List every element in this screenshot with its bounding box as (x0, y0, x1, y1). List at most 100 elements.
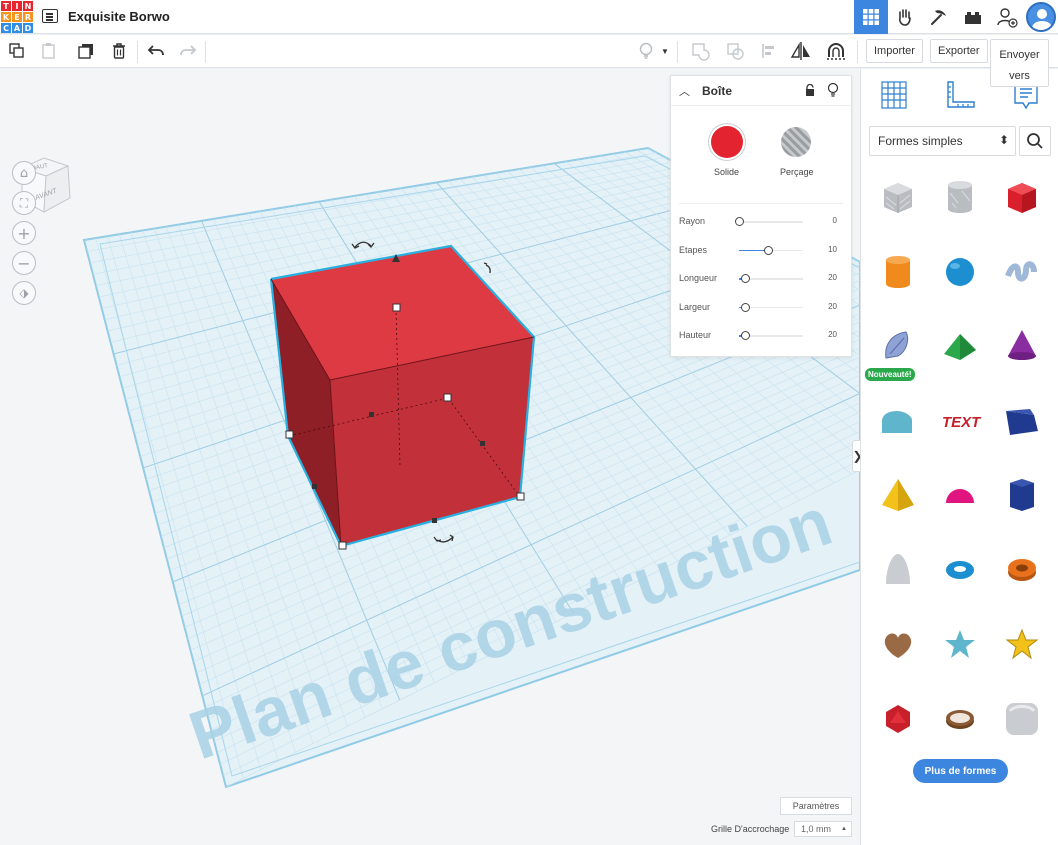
bricks-button[interactable] (956, 0, 990, 34)
shape-cylinder[interactable] (869, 239, 927, 305)
shape-name[interactable]: Boîte (702, 84, 732, 98)
logo-letter: D (23, 23, 33, 33)
snap-grid-select[interactable]: 1,0 mm (794, 821, 852, 837)
3d-view-button[interactable] (854, 0, 888, 34)
more-shapes-button[interactable]: Plus de formes (913, 759, 1008, 783)
show-all-button[interactable] (635, 40, 657, 62)
align-button[interactable] (758, 40, 780, 62)
ruler-tab[interactable] (944, 79, 976, 111)
caret-down-icon: ▼ (661, 46, 669, 56)
shape-rounded-box[interactable] (993, 686, 1051, 752)
solid-label: Solide (714, 167, 740, 177)
home-view-button[interactable]: ⌂ (12, 161, 36, 185)
import-button[interactable]: Importer (866, 39, 923, 63)
shape-scribble[interactable] (993, 239, 1051, 305)
slider-knob[interactable] (763, 245, 773, 255)
send-to-button[interactable]: Envoyer vers (990, 39, 1049, 87)
shape-search-button[interactable] (1019, 126, 1051, 156)
shape-sphere[interactable] (931, 239, 989, 305)
hand-icon (899, 9, 911, 26)
shape-ring[interactable] (931, 686, 989, 752)
scribble-icon (1005, 260, 1037, 281)
copy-button[interactable] (6, 40, 28, 62)
settings-button[interactable]: Paramètres (780, 797, 852, 815)
add-user-button[interactable] (990, 0, 1024, 34)
project-list-icon[interactable] (42, 9, 58, 23)
slider-knob[interactable] (741, 302, 751, 312)
property-label: Hauteur (679, 330, 712, 340)
shape-wedge[interactable] (993, 388, 1051, 454)
circuits-button[interactable] (888, 0, 922, 34)
shape-round-roof[interactable] (869, 388, 927, 454)
mirror-icon (790, 42, 810, 60)
inspector-header: ︿ Boîte (671, 76, 851, 106)
property-value[interactable]: 0 (833, 216, 837, 225)
polygon-icon (1010, 479, 1034, 511)
codeblocks-button[interactable] (922, 0, 956, 34)
slider-knob[interactable] (741, 331, 751, 340)
rounded-box-icon (1006, 702, 1038, 735)
shape-torus[interactable] (931, 537, 989, 603)
inspector-divider (679, 203, 843, 204)
toolbar-separator (205, 41, 206, 63)
shape-category-select[interactable]: Formes simples (869, 126, 1016, 156)
property-largeur: Largeur 20 (679, 300, 845, 316)
lock-icon[interactable] (805, 83, 815, 99)
slider-knob[interactable] (741, 274, 751, 283)
icosahedron-icon (886, 704, 910, 733)
shape-polygon[interactable] (993, 462, 1051, 528)
property-value[interactable]: 20 (828, 302, 837, 311)
shape-tube[interactable] (993, 537, 1051, 603)
property-longueur: Longueur 20 (679, 271, 845, 287)
shape-box-hole[interactable] (869, 164, 927, 230)
shape-star[interactable] (931, 611, 989, 677)
shape-box[interactable] (993, 164, 1051, 230)
property-value[interactable]: 20 (828, 273, 837, 282)
slider-knob[interactable] (735, 217, 744, 226)
undo-icon (147, 45, 164, 56)
workplane-tab[interactable] (878, 79, 910, 111)
property-label: Rayon (679, 216, 706, 226)
lightbulb-icon[interactable] (827, 82, 839, 101)
half-sphere-icon (946, 489, 974, 503)
shape-paraboloid[interactable] (869, 537, 927, 603)
zoom-out-button[interactable]: − (12, 251, 36, 275)
property-slider[interactable] (739, 331, 803, 340)
user-avatar[interactable] (1026, 2, 1056, 32)
hole-button[interactable] (781, 127, 811, 157)
tinkercad-logo[interactable]: TIN KER CAD (0, 0, 34, 34)
solid-color-button[interactable] (711, 126, 743, 158)
group-button[interactable] (689, 40, 711, 62)
redo-button[interactable] (177, 40, 199, 62)
shape-text[interactable]: TEXT (931, 388, 989, 454)
undo-button[interactable] (145, 40, 167, 62)
duplicate-button[interactable] (75, 40, 97, 62)
property-slider[interactable] (735, 217, 803, 226)
shape-cylinder-hole[interactable] (931, 164, 989, 230)
paste-button[interactable] (38, 40, 60, 62)
projection-button[interactable]: ⬗ (12, 281, 36, 305)
visibility-dropdown[interactable]: ▼ (659, 40, 671, 62)
delete-button[interactable] (108, 40, 130, 62)
property-slider[interactable] (739, 245, 803, 255)
project-title[interactable]: Exquisite Borwo (68, 9, 170, 24)
property-value[interactable]: 20 (828, 330, 837, 339)
shape-icosahedron[interactable] (869, 686, 927, 752)
cruise-button[interactable] (825, 40, 847, 62)
shape-cone[interactable] (993, 313, 1051, 379)
shape-pyramid[interactable] (869, 462, 927, 528)
property-slider[interactable] (739, 302, 803, 312)
mirror-button[interactable] (790, 40, 812, 62)
shape-roof[interactable] (931, 313, 989, 379)
fit-view-button[interactable]: ⛶ (12, 191, 36, 215)
zoom-in-button[interactable]: + (12, 221, 36, 245)
shape-heart[interactable] (869, 611, 927, 677)
duplicate-icon (78, 44, 93, 59)
ungroup-button[interactable] (724, 40, 746, 62)
collapse-icon[interactable]: ︿ (679, 83, 690, 99)
property-slider[interactable] (739, 274, 803, 283)
shape-star-yellow[interactable] (993, 611, 1051, 677)
shape-half-sphere[interactable] (931, 462, 989, 528)
property-value[interactable]: 10 (828, 245, 837, 254)
export-button[interactable]: Exporter (930, 39, 988, 63)
